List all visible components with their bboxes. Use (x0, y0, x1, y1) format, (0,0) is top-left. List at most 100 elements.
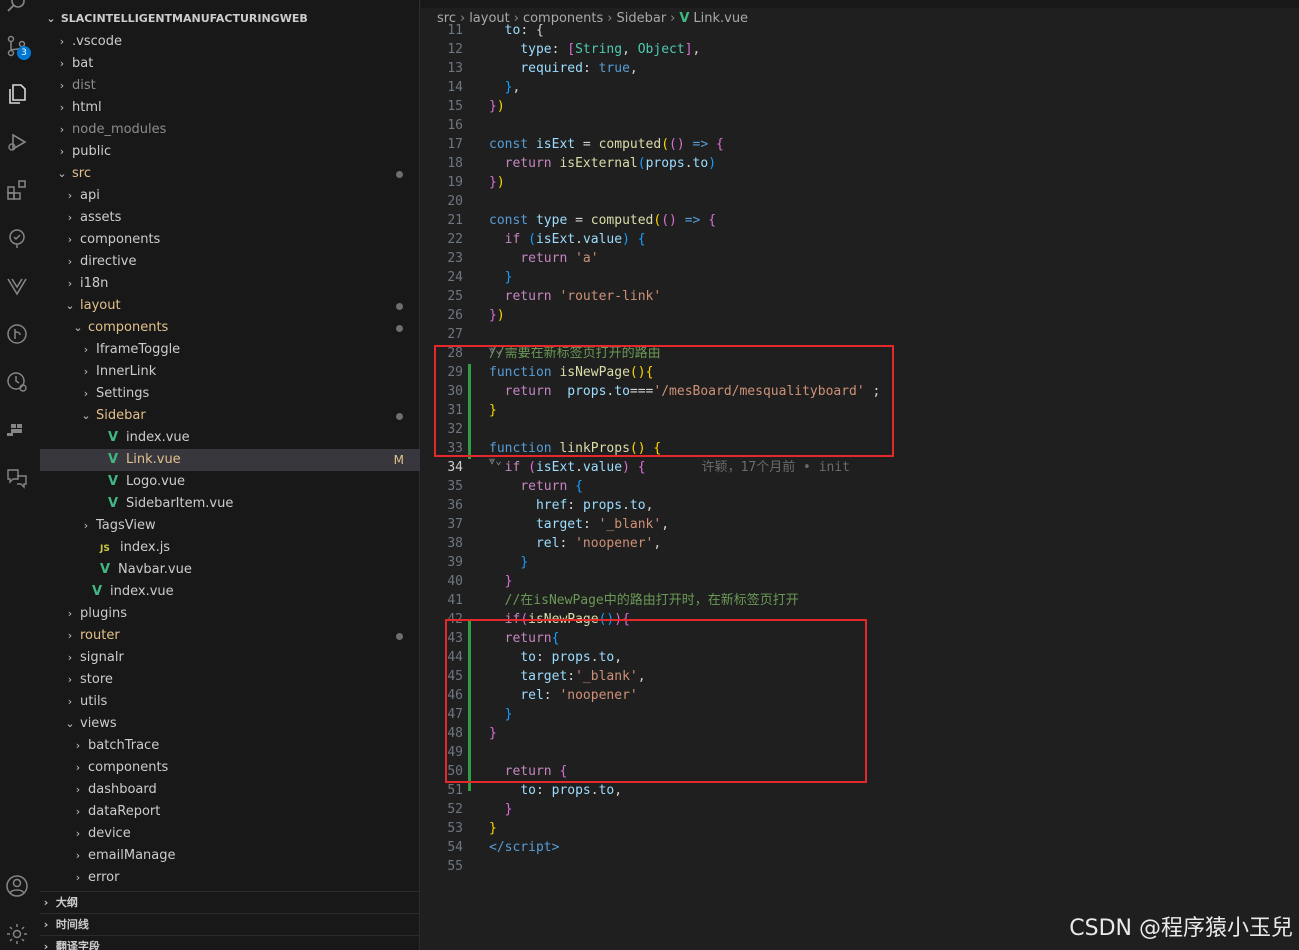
code-line: 16 (421, 116, 1299, 135)
code-text: }) (489, 97, 505, 116)
tree-folder[interactable]: › store (40, 669, 420, 691)
tree-folder[interactable]: › i18n (40, 273, 420, 295)
line-number: 41 (447, 593, 463, 608)
tree-item-label: dataReport (88, 804, 161, 819)
code-token: = (575, 137, 599, 152)
code-token: //在isNewPage中的路由打开时，在新标签页打开 (504, 593, 799, 608)
tree-folder[interactable]: › batchTrace (40, 735, 420, 757)
code-text: } (489, 572, 513, 591)
vue-file-icon: V (108, 474, 119, 489)
tree-folder[interactable]: › dataReport (40, 801, 420, 823)
tree-file[interactable]: V Logo.vue (40, 471, 420, 493)
translate-icon[interactable] (5, 466, 29, 490)
remote-explorer-icon[interactable] (5, 226, 29, 250)
tree-folder[interactable]: ⌄ components (40, 317, 420, 339)
tree-folder[interactable]: ⌄ views (40, 713, 420, 735)
extensions-icon[interactable] (5, 178, 29, 202)
line-number: 19 (447, 175, 463, 190)
tree-file[interactable]: JS index.js (40, 537, 420, 559)
code-token: } (504, 802, 513, 817)
tree-file[interactable]: V Link.vue M (40, 449, 420, 471)
docker-icon[interactable] (5, 418, 29, 442)
tree-folder[interactable]: › error (40, 867, 420, 889)
tree-folder[interactable]: › assets (40, 207, 420, 229)
code-token: '_blank' (598, 517, 662, 532)
chevron-right-icon: › (67, 673, 73, 686)
tree-folder[interactable]: › dist (40, 75, 420, 97)
settings-gear-icon[interactable] (5, 922, 29, 946)
tree-item-label: components (88, 320, 169, 335)
code-token: isExternal (559, 156, 638, 171)
code-token: ( (528, 460, 536, 475)
tree-folder[interactable]: › plugins (40, 603, 420, 625)
tree-file[interactable]: V Navbar.vue (40, 559, 420, 581)
code-line-partial: 11 to: { (421, 21, 1299, 40)
code-text: </script> (489, 838, 559, 857)
tree-folder[interactable]: ⌄ src (40, 163, 420, 185)
code-text: }) (489, 306, 505, 325)
code-text: } (489, 268, 513, 287)
tree-folder[interactable]: ⌄ layout (40, 295, 420, 317)
code-token: href (535, 498, 568, 513)
code-token: ) (622, 232, 630, 247)
panel-timeline[interactable]: › 时间线 (40, 913, 420, 935)
chevron-right-icon: › (43, 940, 49, 950)
code-token: } (504, 574, 513, 589)
timeline-icon[interactable] (5, 370, 29, 394)
tree-folder[interactable]: › utils (40, 691, 420, 713)
code-text: if (isExt.value) { (489, 230, 646, 249)
line-number: 40 (447, 574, 463, 589)
tree-item-label: assets (80, 210, 122, 225)
chevron-right-icon: › (83, 365, 89, 378)
code-token: , (629, 61, 638, 76)
tree-folder[interactable]: › components (40, 757, 420, 779)
explorer-icon[interactable] (5, 82, 29, 106)
tree-file[interactable]: V SidebarItem.vue (40, 493, 420, 515)
tree-folder[interactable]: › InnerLink (40, 361, 420, 383)
code-token: required (520, 61, 583, 76)
tree-folder[interactable]: › Settings (40, 383, 420, 405)
tree-folder[interactable]: ⌄ Sidebar (40, 405, 420, 427)
tree-item-label: views (80, 716, 117, 731)
tree-folder[interactable]: › public (40, 141, 420, 163)
code-token: ] (684, 42, 693, 57)
code-editor[interactable]: 11 to: { 12 type: [String, Object], 13 re… (421, 23, 1299, 950)
tree-folder[interactable]: › directive (40, 251, 420, 273)
run-debug-icon[interactable] (5, 130, 29, 154)
code-token: value (582, 460, 623, 475)
explorer-root-title[interactable]: ⌄ SLACINTELLIGENTMANUFACTURINGWEB (45, 12, 307, 25)
tree-item-label: bat (72, 56, 94, 71)
code-line: 15}) (421, 97, 1299, 116)
code-token: to (629, 498, 646, 513)
tree-folder[interactable]: › api (40, 185, 420, 207)
tree-item-label: emailManage (88, 848, 176, 863)
vue-devtools-icon[interactable] (5, 274, 29, 298)
git-graph-icon[interactable] (5, 322, 29, 346)
panel-outline[interactable]: › 大纲 (40, 891, 420, 913)
tree-folder[interactable]: › bat (40, 53, 420, 75)
tree-file[interactable]: Vindex.vue (40, 581, 420, 603)
tree-folder[interactable]: › device (40, 823, 420, 845)
tree-folder[interactable]: › dashboard (40, 779, 420, 801)
code-token: . (575, 460, 583, 475)
tree-folder[interactable]: › signalr (40, 647, 420, 669)
panel-translate-fields[interactable]: › 翻译字段 (40, 935, 420, 950)
tree-file[interactable]: Vindex.vue (40, 427, 420, 449)
tree-folder[interactable]: › html (40, 97, 420, 119)
tree-folder[interactable]: › TagsView (40, 515, 420, 537)
code-token: isExt (535, 460, 576, 475)
tree-folder[interactable]: › router (40, 625, 420, 647)
tree-folder[interactable]: › node_modules (40, 119, 420, 141)
tree-folder[interactable]: › emailManage (40, 845, 420, 867)
code-text: if (isExt.value) {许颖，17个月前 • init (489, 458, 850, 477)
chevron-down-icon: ⌄ (73, 321, 83, 334)
tree-folder[interactable]: › IframeToggle (40, 339, 420, 361)
tree-item-label: src (72, 166, 91, 181)
search-icon[interactable] (5, 0, 29, 16)
tree-folder[interactable]: › .vscode (40, 31, 420, 53)
account-icon[interactable] (5, 874, 29, 898)
tree-folder[interactable]: › components (40, 229, 420, 251)
chevron-right-icon: › (59, 79, 65, 92)
